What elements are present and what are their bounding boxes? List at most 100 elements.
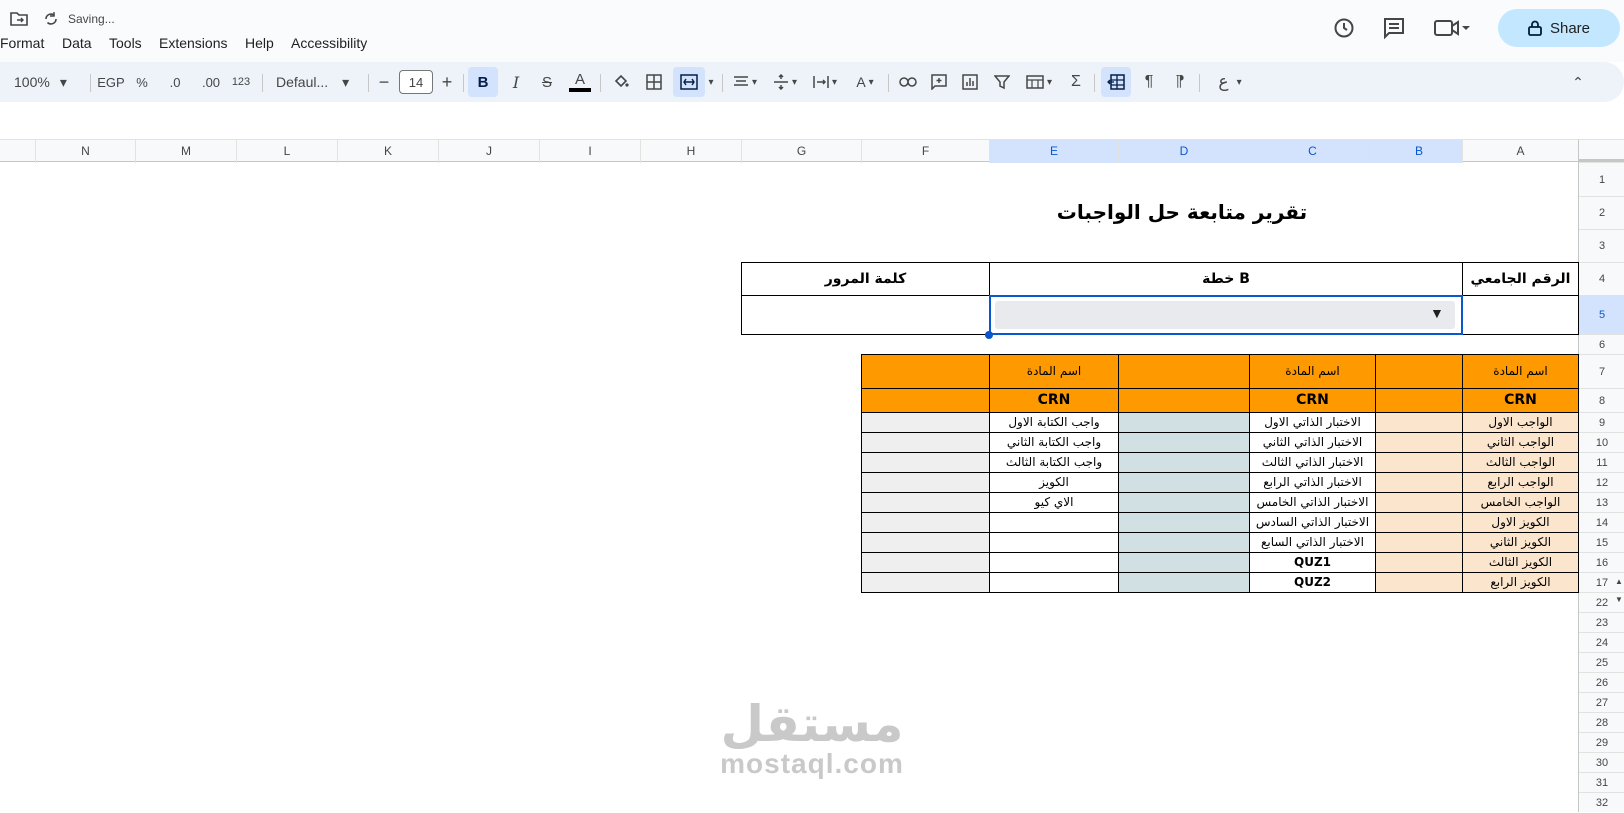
menu-help[interactable]: Help [245,35,274,51]
filter-views-icon[interactable]: ▾ [1021,70,1057,94]
row-header-1[interactable]: 1 [1579,162,1624,196]
row-header-13[interactable]: 13 [1579,492,1624,512]
cell-d-row-13[interactable] [1118,492,1250,513]
chevron-down-icon[interactable]: ▾ [705,70,717,94]
column-header-m[interactable]: M [135,140,236,163]
row-header-6[interactable]: 6 [1579,334,1624,354]
row-header-9[interactable]: 9 [1579,412,1624,432]
merge-cells-icon[interactable] [673,67,705,97]
formula-bar[interactable] [0,102,1624,139]
column-header-j[interactable]: J [438,140,539,163]
cell-d-row-10[interactable] [1118,432,1250,453]
zoom-select[interactable]: 100% ▾ [14,70,80,94]
cell-e-row-11[interactable]: واجب الكتابة الثالث [989,452,1119,473]
column-header-d[interactable]: D [1118,140,1249,163]
row-header-3[interactable]: 3 [1579,229,1624,262]
cell-a-row-10[interactable]: الواجب الثاني [1462,432,1579,453]
menu-accessibility[interactable]: Accessibility [291,35,367,51]
column-header-e[interactable]: E [989,140,1118,163]
row-header-25[interactable]: 25 [1579,652,1624,672]
cell-d-row-11[interactable] [1118,452,1250,473]
rtl-direction-icon[interactable]: ¶ [1168,70,1192,94]
row-header-5[interactable]: 5 [1579,295,1624,334]
plan-dropdown-cell[interactable]: ▼ [989,295,1463,335]
more-formats-button[interactable]: 123 [230,70,252,94]
cell-a-row-17[interactable]: الكويز الرابع [1462,572,1579,593]
password-input[interactable] [741,295,990,335]
cell-c-row-14[interactable]: الاختبار الذاتي السادس [1249,512,1376,533]
row-header-11[interactable]: 11 [1579,452,1624,472]
menu-data[interactable]: Data [62,35,92,51]
column-header-l[interactable]: L [236,140,337,163]
history-icon[interactable] [1332,16,1356,40]
column-header-a[interactable]: A [1462,140,1578,163]
functions-icon[interactable]: Σ [1064,70,1088,94]
cell-b-row-15[interactable] [1375,532,1463,553]
menu-tools[interactable]: Tools [109,35,142,51]
font-select[interactable]: Defaul... ▾ [276,70,356,94]
expand-rows-down-icon[interactable]: ▼ [1615,595,1623,604]
cell-a-row-12[interactable]: الواجب الرابع [1462,472,1579,493]
cell-e-row-15[interactable] [989,532,1119,553]
font-size-input[interactable]: 14 [399,70,433,94]
cell-e-row-17[interactable] [989,572,1119,593]
row-header-30[interactable]: 30 [1579,752,1624,772]
cell-e-row-13[interactable]: الاي كيو [989,492,1119,513]
row-header-10[interactable]: 10 [1579,432,1624,452]
row-header-27[interactable]: 27 [1579,692,1624,712]
column-header-g[interactable]: G [741,140,861,163]
cell-b-row-13[interactable] [1375,492,1463,513]
cell-b-row-11[interactable] [1375,452,1463,473]
cell-d-row-14[interactable] [1118,512,1250,533]
cell-e-row-10[interactable]: واجب الكتابة الثاني [989,432,1119,453]
row-header-8[interactable]: 8 [1579,388,1624,412]
text-rotation-icon[interactable]: A ▾ [848,70,882,94]
column-header-h[interactable]: H [640,140,741,163]
cell-f-row-16[interactable] [861,552,990,573]
cell-c-row-10[interactable]: الاختبار الذاتي الثاني [1249,432,1376,453]
row-header-14[interactable]: 14 [1579,512,1624,532]
row-header-31[interactable]: 31 [1579,772,1624,792]
decrease-font-size-button[interactable]: − [374,70,394,94]
video-call-icon[interactable] [1434,17,1470,39]
comments-icon[interactable] [1382,16,1406,40]
increase-font-size-button[interactable]: + [437,70,457,94]
cell-b-row-12[interactable] [1375,472,1463,493]
cell-f-row-11[interactable] [861,452,990,473]
row-header-28[interactable]: 28 [1579,712,1624,732]
cell-d-row-16[interactable] [1118,552,1250,573]
link-icon[interactable] [896,70,920,94]
column-header-i[interactable]: I [539,140,640,163]
row-header-7[interactable]: 7 [1579,354,1624,388]
column-header-c[interactable]: C [1249,140,1375,163]
row-header-23[interactable]: 23 [1579,612,1624,632]
row-header-2[interactable]: 2 [1579,196,1624,229]
cell-c-row-11[interactable]: الاختبار الذاتي الثالث [1249,452,1376,473]
column-header-n-partial[interactable] [0,140,35,163]
cell-f-row-10[interactable] [861,432,990,453]
row-header-24[interactable]: 24 [1579,632,1624,652]
strikethrough-button[interactable]: S [535,70,559,94]
horizontal-align-icon[interactable]: ▾ [728,70,762,94]
cell-f-row-13[interactable] [861,492,990,513]
decrease-decimal-button[interactable]: .0 [162,70,188,94]
cell-a-row-16[interactable]: الكويز الثالث [1462,552,1579,573]
cell-e-row-14[interactable] [989,512,1119,533]
cell-a-row-11[interactable]: الواجب الثالث [1462,452,1579,473]
currency-format-button[interactable]: EGP [96,70,126,94]
insert-comment-icon[interactable] [927,70,951,94]
column-header-n[interactable]: N [35,140,135,163]
cell-f-row-14[interactable] [861,512,990,533]
ltr-direction-icon[interactable]: ¶ [1137,70,1161,94]
cell-c-row-16[interactable]: QUZ1 [1249,552,1376,573]
sheet-rtl-icon[interactable] [1101,67,1131,97]
cell-f-row-9[interactable] [861,412,990,433]
cell-b-row-17[interactable] [1375,572,1463,593]
cell-a-row-9[interactable]: الواجب الاول [1462,412,1579,433]
cell-e-row-16[interactable] [989,552,1119,573]
cell-f-row-12[interactable] [861,472,990,493]
move-to-folder-icon[interactable] [10,11,28,27]
cell-d-row-15[interactable] [1118,532,1250,553]
column-header-b[interactable]: B [1375,140,1462,163]
italic-button[interactable]: I [504,70,528,94]
